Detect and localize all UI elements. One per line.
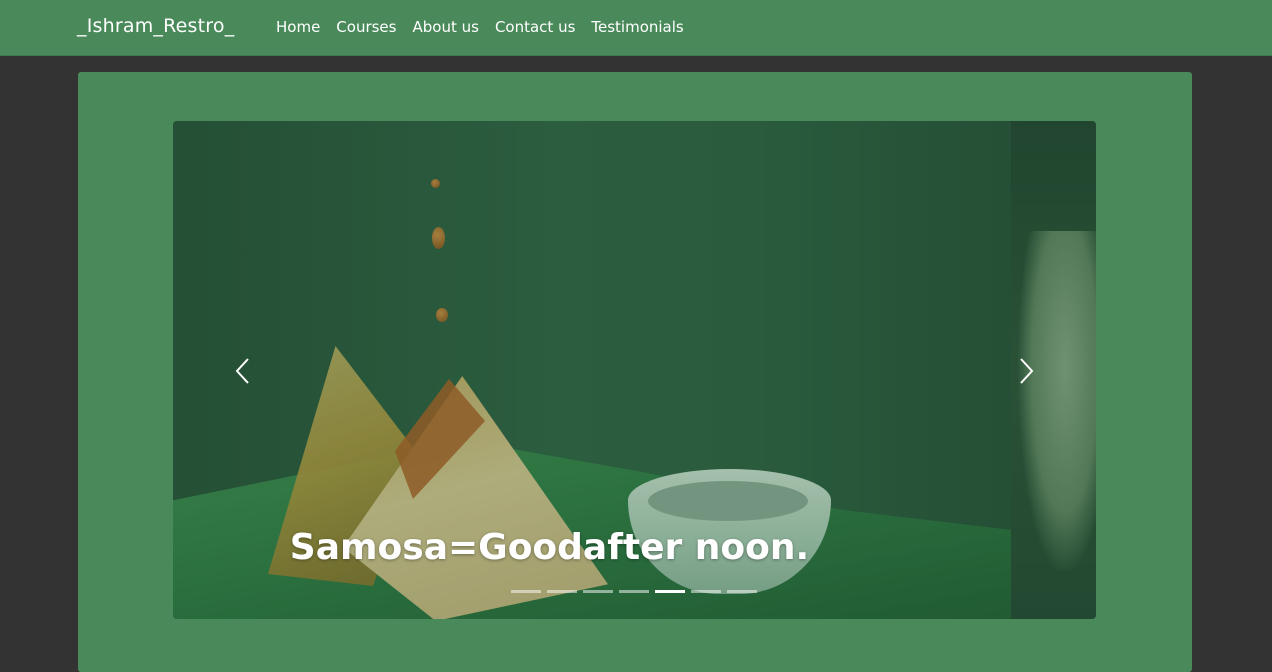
- carousel-indicator[interactable]: [583, 590, 613, 593]
- carousel-caption: Samosa=Goodafter noon.: [289, 527, 810, 568]
- carousel-indicator[interactable]: [727, 590, 757, 593]
- carousel-indicator[interactable]: [547, 590, 577, 593]
- hero-card: Samosa=Goodafter noon.: [78, 72, 1192, 672]
- carousel-indicators: [511, 590, 757, 593]
- carousel-caption-area: Samosa=Goodafter noon.: [173, 121, 926, 619]
- chevron-right-icon: [1020, 358, 1034, 384]
- brand-logo[interactable]: _Ishram_Restro_: [77, 15, 234, 37]
- carousel-next-button[interactable]: [1006, 351, 1046, 391]
- nav-link-about-us[interactable]: About us: [404, 18, 486, 36]
- nav-link-courses[interactable]: Courses: [328, 18, 404, 36]
- carousel-indicator[interactable]: [511, 590, 541, 593]
- nav-link-home[interactable]: Home: [268, 18, 328, 36]
- image-carousel: Samosa=Goodafter noon.: [173, 121, 1096, 619]
- carousel-indicator[interactable]: [691, 590, 721, 593]
- nav-link-contact-us[interactable]: Contact us: [487, 18, 583, 36]
- carousel-indicator[interactable]: [619, 590, 649, 593]
- carousel-indicator-active[interactable]: [655, 590, 685, 593]
- nav-links: Home Courses About us Contact us Testimo…: [268, 18, 692, 36]
- nav-link-testimonials[interactable]: Testimonials: [583, 18, 691, 36]
- navbar: _Ishram_Restro_ Home Courses About us Co…: [0, 0, 1272, 56]
